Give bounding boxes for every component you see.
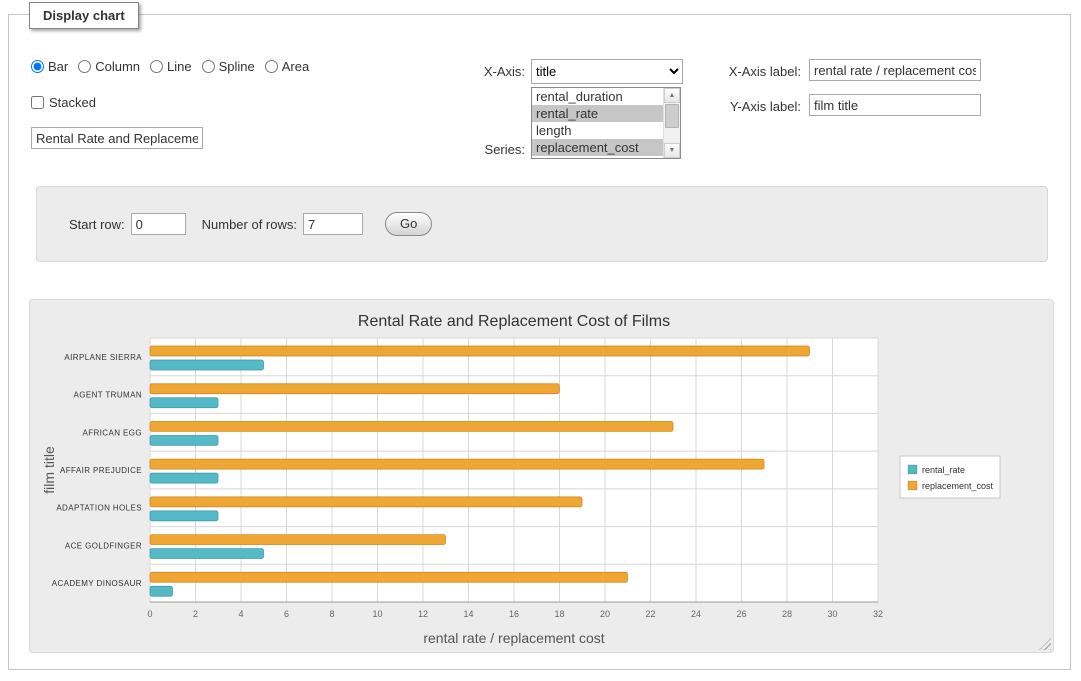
column-radio-label: Column	[95, 59, 140, 74]
number-of-rows-label: Number of rows:	[202, 217, 297, 232]
tick-label: 14	[463, 609, 473, 619]
chart-type-radio-group: Bar Column Line Spline Area	[31, 59, 309, 74]
bar-rental_rate	[150, 435, 218, 445]
y-axis-title: film title	[41, 446, 57, 494]
tick-label: 22	[645, 609, 655, 619]
tick-label: 8	[329, 609, 334, 619]
fieldset-legend: Display chart	[29, 2, 139, 29]
number-of-rows-input[interactable]	[303, 213, 363, 235]
x-axis-select-label: X-Axis:	[447, 64, 525, 79]
tick-label: 12	[418, 609, 428, 619]
tick-label: 24	[691, 609, 701, 619]
bar-rental_rate	[150, 360, 264, 370]
legend-label: replacement_cost	[922, 481, 994, 491]
x-axis-select[interactable]: title	[531, 59, 683, 84]
bar-replacement_cost	[150, 384, 559, 394]
bar-replacement_cost	[150, 459, 764, 469]
category-label: ACE GOLDFINGER	[65, 541, 142, 550]
tick-label: 10	[372, 609, 382, 619]
chart-title-input[interactable]	[31, 127, 203, 149]
x-axis-title: rental rate / replacement cost	[423, 630, 604, 646]
rows-panel: Start row: Number of rows: Go	[36, 186, 1048, 262]
bar-rental_rate	[150, 549, 264, 559]
legend-swatch	[908, 481, 917, 490]
display-chart-panel: Display chart Bar Column Line Spline Are…	[8, 14, 1071, 670]
tick-label: 16	[509, 609, 519, 619]
category-label: ACADEMY DINOSAUR	[52, 579, 142, 588]
bar-replacement_cost	[150, 572, 628, 582]
chart-panel: AIRPLANE SIERRA AGENT TRUMAN AFRICAN EGG AF…	[29, 299, 1054, 653]
tick-label: 2	[193, 609, 198, 619]
series-option[interactable]: length	[532, 122, 663, 139]
bar-replacement_cost	[150, 421, 673, 431]
tick-label: 30	[827, 609, 837, 619]
series-list-label: Series:	[447, 142, 525, 157]
start-row-label: Start row:	[69, 217, 125, 232]
spline-radio-label: Spline	[219, 59, 255, 74]
series-option[interactable]: replacement_cost	[532, 139, 663, 156]
series-scrollbar[interactable]: ▲ ▼	[663, 88, 680, 158]
y-axis-label-input[interactable]	[809, 94, 981, 116]
category-label: AFFAIR PREJUDICE	[60, 466, 142, 475]
area-radio-label: Area	[282, 59, 309, 74]
stacked-option: Stacked	[31, 95, 96, 110]
chart-title: Rental Rate and Replacement Cost of Film…	[358, 313, 670, 330]
chart-type-option-line[interactable]: Line	[150, 59, 192, 74]
tick-label: 18	[554, 609, 564, 619]
chart-type-option-spline[interactable]: Spline	[202, 59, 255, 74]
category-label: AGENT TRUMAN	[73, 391, 142, 400]
tick-label: 4	[238, 609, 243, 619]
go-button[interactable]: Go	[385, 212, 432, 236]
series-options: rental_durationrental_ratelengthreplacem…	[532, 88, 663, 158]
scrollbar-up-button[interactable]: ▲	[664, 88, 680, 103]
y-axis-label-label: Y-Axis label:	[709, 99, 801, 114]
chart-type-option-bar[interactable]: Bar	[31, 59, 68, 74]
tick-label: 26	[736, 609, 746, 619]
chart-legend	[900, 456, 1000, 498]
bar-replacement_cost	[150, 535, 446, 545]
category-label: AFRICAN EGG	[82, 428, 142, 437]
scrollbar-thumb[interactable]	[665, 104, 679, 128]
line-radio-label: Line	[167, 59, 192, 74]
bar-rental_rate	[150, 511, 218, 521]
series-listbox[interactable]: rental_durationrental_ratelengthreplacem…	[531, 87, 681, 159]
stacked-checkbox[interactable]	[31, 96, 44, 109]
x-axis-label-label: X-Axis label:	[709, 64, 801, 79]
legend-swatch	[908, 465, 917, 474]
stacked-checkbox-label: Stacked	[49, 95, 96, 110]
line-radio[interactable]	[150, 60, 163, 73]
column-radio[interactable]	[78, 60, 91, 73]
tick-label: 6	[284, 609, 289, 619]
category-label: ADAPTATION HOLES	[56, 504, 142, 513]
start-row-input[interactable]	[131, 213, 186, 235]
bar-rental_rate	[150, 398, 218, 408]
chart-type-option-area[interactable]: Area	[265, 59, 309, 74]
series-option[interactable]: rental_duration	[532, 88, 663, 105]
bar-replacement_cost	[150, 497, 582, 507]
tick-label: 0	[147, 609, 152, 619]
bar-rental_rate	[150, 473, 218, 483]
tick-label: 28	[782, 609, 792, 619]
tick-label: 32	[873, 609, 883, 619]
bar-replacement_cost	[150, 346, 810, 356]
chart-type-option-column[interactable]: Column	[78, 59, 140, 74]
chart: AIRPLANE SIERRA AGENT TRUMAN AFRICAN EGG AF…	[38, 306, 1043, 651]
scrollbar-track[interactable]	[664, 103, 680, 143]
series-option[interactable]: rental_rate	[532, 105, 663, 122]
spline-radio[interactable]	[202, 60, 215, 73]
x-axis-label-input[interactable]	[809, 59, 981, 81]
bar-radio[interactable]	[31, 60, 44, 73]
legend-label: rental_rate	[922, 465, 965, 475]
bar-radio-label: Bar	[48, 59, 68, 74]
area-radio[interactable]	[265, 60, 278, 73]
scrollbar-down-button[interactable]: ▼	[664, 143, 680, 158]
category-label: AIRPLANE SIERRA	[64, 353, 142, 362]
tick-label: 20	[600, 609, 610, 619]
bar-rental_rate	[150, 586, 173, 596]
